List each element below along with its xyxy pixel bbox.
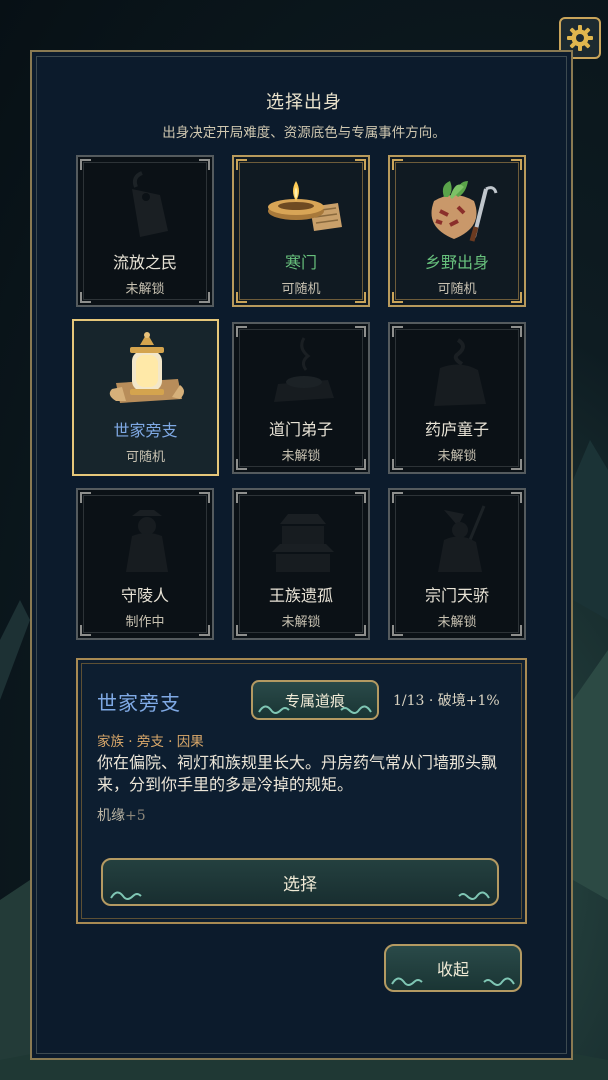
sword-cultivator-silhouette-icon	[438, 505, 486, 572]
page-subtitle: 出身决定开局难度、资源底色与专属事件方向。	[162, 125, 446, 141]
wave-ornament-icon	[391, 977, 423, 986]
origin-status: 可随机	[125, 450, 165, 465]
origin-card-sect-prodigy[interactable]: 宗门天骄 未解锁	[388, 488, 526, 640]
bonus-label: 机缘	[97, 808, 125, 824]
palace-silhouette-icon	[272, 514, 334, 572]
page-title: 选择出身	[266, 92, 342, 113]
medicine-pot-silhouette-icon	[434, 338, 486, 406]
origin-status: 可随机	[281, 282, 321, 297]
wave-ornament-icon	[110, 891, 142, 900]
wave-ornament-icon	[458, 891, 490, 900]
origin-name: 宗门天骄	[424, 586, 489, 605]
origin-name: 寒门	[284, 253, 317, 272]
origin-status: 未解锁	[281, 615, 321, 630]
exclusive-trait-label: 专属道痕	[284, 691, 345, 710]
origin-status: 未解锁	[281, 449, 321, 464]
origin-name: 道门弟子	[268, 420, 333, 439]
origin-bonus: 机缘+5	[97, 805, 146, 825]
select-button-label: 选择	[283, 874, 317, 895]
bonus-value: +5	[125, 808, 146, 824]
origin-status: 制作中	[125, 615, 165, 630]
origin-name: 守陵人	[120, 586, 169, 605]
origin-card-taoist-disciple[interactable]: 道门弟子 未解锁	[232, 322, 370, 474]
herb-sack-icon	[431, 181, 498, 242]
trait-progress: 1/13 · 破境+1%	[393, 693, 500, 709]
detail-origin-name: 世家旁支	[97, 691, 181, 715]
hanging-tag-silhouette-icon	[132, 171, 168, 237]
wave-ornament-icon	[483, 977, 515, 986]
origin-name: 乡野出身	[424, 253, 489, 272]
origin-card-royal-orphan[interactable]: 王族遗孤 未解锁	[232, 488, 370, 640]
origin-card-clan-branch[interactable]: 世家旁支 可随机	[72, 319, 219, 476]
origin-tags: 家族 · 旁支 · 因果	[97, 734, 204, 750]
origin-name: 王族遗孤	[268, 586, 333, 605]
select-button[interactable]: 选择	[101, 858, 499, 906]
origin-status: 未解锁	[437, 449, 477, 464]
origin-status: 可随机	[437, 282, 477, 297]
origin-card-countryside[interactable]: 乡野出身 可随机	[388, 155, 526, 307]
oil-lamp-icon	[268, 181, 342, 231]
collapse-button[interactable]: 收起	[384, 944, 522, 992]
hooded-figure-silhouette-icon	[126, 510, 168, 572]
gear-icon	[567, 25, 593, 51]
incense-burner-silhouette-icon	[274, 337, 334, 402]
origin-card-poor-family[interactable]: 寒门 可随机	[232, 155, 370, 307]
wave-ornament-icon	[258, 705, 290, 714]
origin-name: 药庐童子	[424, 420, 489, 439]
origin-card-herb-hut-boy[interactable]: 药庐童子 未解锁	[388, 322, 526, 474]
lantern-icon	[109, 332, 184, 403]
collapse-button-label: 收起	[436, 960, 469, 979]
origin-status: 未解锁	[125, 282, 165, 297]
exclusive-trait-button[interactable]: 专属道痕	[251, 680, 379, 720]
origin-name: 流放之民	[112, 253, 177, 272]
origin-card-tomb-keeper[interactable]: 守陵人 制作中	[76, 488, 214, 640]
origin-name: 世家旁支	[113, 421, 178, 440]
origin-status: 未解锁	[437, 615, 477, 630]
origin-card-exile[interactable]: 流放之民 未解锁	[76, 155, 214, 307]
origin-description: 你在偏院、祠灯和族规里长大。丹房药气常从门墙那头飘来，分到你手里的多是冷掉的规矩…	[97, 753, 498, 794]
wave-ornament-icon	[340, 705, 372, 714]
